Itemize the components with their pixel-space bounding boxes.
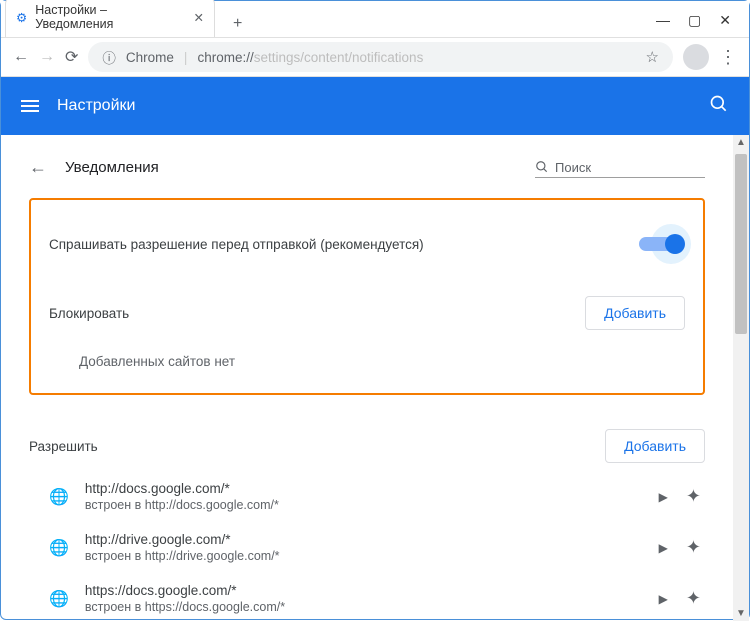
chevron-right-icon[interactable]: ▶ <box>659 592 668 606</box>
site-embed: встроен в http://drive.google.com/* <box>85 549 643 563</box>
site-info: https://docs.google.com/* встроен в http… <box>85 583 643 614</box>
maximize-icon[interactable]: ▢ <box>688 12 701 29</box>
back-icon[interactable]: ← <box>13 48 29 66</box>
extension-icon[interactable]: ✦ <box>686 486 701 507</box>
scroll-down-icon[interactable]: ▼ <box>734 606 748 621</box>
bookmark-star-icon[interactable]: ☆ <box>646 48 659 66</box>
highlight-annotation: Спрашивать разрешение перед отправкой (р… <box>29 198 705 395</box>
site-info: http://docs.google.com/* встроен в http:… <box>85 481 643 512</box>
site-url: https://docs.google.com/* <box>85 583 643 598</box>
ask-before-send-row: Спрашивать разрешение перед отправкой (р… <box>49 210 685 286</box>
add-allow-button[interactable]: Добавить <box>605 429 705 463</box>
globe-icon: 🌐 <box>49 487 69 507</box>
site-url: http://docs.google.com/* <box>85 481 643 496</box>
search-icon <box>535 160 549 174</box>
chevron-right-icon[interactable]: ▶ <box>659 541 668 555</box>
title-bar: ⚙ Настройки – Уведомления ✕ + — ▢ ✕ <box>1 1 749 37</box>
forward-icon[interactable]: → <box>39 48 55 66</box>
url-separator: | <box>184 50 188 65</box>
vertical-scrollbar[interactable]: ▲ ▼ <box>733 135 749 621</box>
site-embed: встроен в https://docs.google.com/* <box>85 600 643 614</box>
site-info-icon[interactable]: ⓘ <box>102 47 116 67</box>
row-actions: ▶ ✦ <box>659 537 701 558</box>
browser-toolbar: ← → ⟳ ⓘ Chrome | chrome://settings/conte… <box>1 37 749 77</box>
extension-icon[interactable]: ✦ <box>686 588 701 609</box>
site-info: http://drive.google.com/* встроен в http… <box>85 532 643 563</box>
globe-icon: 🌐 <box>49 538 69 558</box>
minimize-icon[interactable]: — <box>656 12 670 29</box>
site-row[interactable]: 🌐 http://drive.google.com/* встроен в ht… <box>29 522 705 573</box>
gear-icon: ⚙ <box>16 10 27 25</box>
browser-tab[interactable]: ⚙ Настройки – Уведомления ✕ <box>5 0 215 37</box>
search-icon[interactable] <box>709 94 729 119</box>
window-controls: — ▢ ✕ <box>656 12 741 37</box>
settings-header: Настройки <box>1 77 749 135</box>
toggle-label: Спрашивать разрешение перед отправкой (р… <box>49 237 424 252</box>
chrome-label: Chrome <box>126 50 174 65</box>
row-actions: ▶ ✦ <box>659 588 701 609</box>
page-header: ← Уведомления Поиск <box>29 143 705 192</box>
address-bar[interactable]: ⓘ Chrome | chrome://settings/content/not… <box>88 42 673 72</box>
row-actions: ▶ ✦ <box>659 486 701 507</box>
page-title: Уведомления <box>65 159 159 176</box>
close-tab-icon[interactable]: ✕ <box>194 10 204 25</box>
block-label: Блокировать <box>49 306 129 321</box>
page-back-icon[interactable]: ← <box>29 157 47 178</box>
page-search-input[interactable]: Поиск <box>535 158 705 178</box>
allow-section: Разрешить Добавить 🌐 http://docs.google.… <box>29 419 705 621</box>
extension-icon[interactable]: ✦ <box>686 537 701 558</box>
close-icon[interactable]: ✕ <box>719 12 731 29</box>
overflow-menu-icon[interactable]: ⋮ <box>719 47 737 68</box>
content-wrap: ← Уведомления Поиск Спрашивать разрешени… <box>1 135 749 621</box>
block-section-header: Блокировать Добавить <box>49 286 685 338</box>
ask-before-send-toggle[interactable] <box>633 228 685 260</box>
settings-title: Настройки <box>57 97 135 115</box>
add-block-button[interactable]: Добавить <box>585 296 685 330</box>
site-url: http://drive.google.com/* <box>85 532 643 547</box>
new-tab-button[interactable]: + <box>225 11 250 37</box>
reload-icon[interactable]: ⟳ <box>65 47 78 67</box>
scroll-up-icon[interactable]: ▲ <box>734 135 748 150</box>
toggle-knob <box>665 234 685 254</box>
allow-section-header: Разрешить Добавить <box>29 419 705 471</box>
block-empty-text: Добавленных сайтов нет <box>49 338 685 375</box>
scroll-thumb[interactable] <box>735 154 747 334</box>
allow-label: Разрешить <box>29 439 98 454</box>
site-row[interactable]: 🌐 http://docs.google.com/* встроен в htt… <box>29 471 705 522</box>
settings-content: ← Уведомления Поиск Спрашивать разрешени… <box>1 135 733 621</box>
url-text: chrome://settings/content/notifications <box>197 50 423 65</box>
page-search-placeholder: Поиск <box>555 160 591 175</box>
globe-icon: 🌐 <box>49 589 69 609</box>
site-row[interactable]: 🌐 https://docs.google.com/* встроен в ht… <box>29 573 705 621</box>
hamburger-icon[interactable] <box>21 100 39 112</box>
site-embed: встроен в http://docs.google.com/* <box>85 498 643 512</box>
chevron-right-icon[interactable]: ▶ <box>659 490 668 504</box>
profile-avatar[interactable] <box>683 44 709 70</box>
tab-title: Настройки – Уведомления <box>35 3 185 31</box>
